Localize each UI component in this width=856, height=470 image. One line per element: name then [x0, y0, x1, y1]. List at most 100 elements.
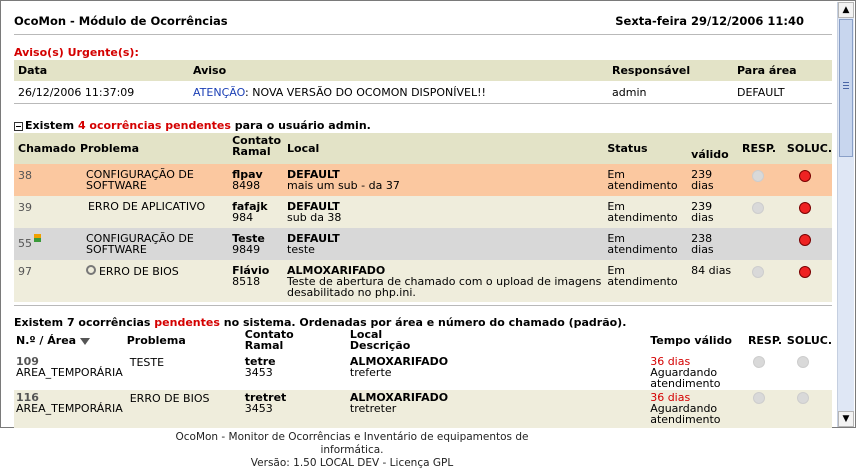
system-header-row: N.º / Área Problema Contato Ramal Local De… [14, 329, 832, 354]
ticket-num-area[interactable]: 116 AREA_TEMPORÁRIA [14, 390, 123, 428]
aviso-link[interactable]: ATENÇÃO [193, 86, 245, 99]
user-header-row: Chamado Problema Contato Ramal Local Stat… [14, 133, 832, 164]
col-num-area[interactable]: N.º / Área [14, 329, 123, 354]
scroll-up-icon[interactable]: ▲ [838, 2, 854, 18]
ticket-valido: 239 dias [691, 200, 714, 224]
ticket-problema: CONFIGURAÇÃO DE SOFTWARE [85, 168, 194, 192]
ticket-id[interactable]: 55 [14, 228, 76, 260]
ticket-id[interactable]: 38 [14, 164, 76, 196]
gray-dot-icon [796, 356, 809, 368]
soluc-indicator [783, 228, 832, 260]
ticket-local: DEFAULT teste [287, 232, 340, 256]
urgent-row: 26/12/2006 11:37:09 ATENÇÃO: NOVA VERSÃO… [14, 81, 832, 103]
col-problema[interactable]: Problema [123, 329, 241, 354]
col-soluc: SOLUC. [786, 142, 832, 155]
user-pending-title: Existem 4 ocorrências pendentes para o u… [14, 119, 371, 132]
col-resp: RESP. [747, 334, 783, 347]
resp-indicator [738, 228, 783, 260]
gray-dot-icon [796, 392, 809, 404]
ticket-tempo: 36 dias Aguardando atendimento [650, 391, 721, 426]
ticket-contato: fafajk 984 [232, 200, 268, 224]
ticket-problema: CONFIGURAÇÃO DE SOFTWARE [85, 232, 194, 256]
red-dot-icon [798, 170, 811, 182]
gray-dot-icon [752, 356, 765, 368]
ticket-status: Em atendimento [607, 264, 678, 288]
col-responsavel: Responsável [612, 64, 691, 77]
col-status[interactable]: Status [603, 133, 687, 164]
table-row[interactable]: 116 AREA_TEMPORÁRIA ERRO DE BIOS tretret 3… [14, 390, 832, 428]
vertical-scrollbar[interactable]: ▲ ▼ [837, 2, 854, 427]
urgent-notices-title: Aviso(s) Urgente(s): [14, 46, 139, 59]
ticket-num-area[interactable]: 109 AREA_TEMPORÁRIA [14, 354, 123, 390]
ticket-problema: TESTE [129, 356, 165, 369]
col-contato-ramal[interactable]: Contato Ramal [241, 329, 346, 354]
soluc-indicator [783, 260, 832, 302]
red-dot-icon [798, 234, 811, 246]
col-para-area: Para área [737, 64, 797, 77]
scrollbar-thumb[interactable] [839, 19, 853, 157]
user-table-divider [14, 305, 832, 306]
resp-indicator [738, 164, 783, 196]
ticket-status: Em atendimento [607, 232, 678, 256]
resp-indicator [738, 196, 783, 228]
red-dot-icon [798, 202, 811, 214]
main-frame: OcoMon - Módulo de Ocorrências Sexta-fei… [0, 0, 856, 428]
grip-icon [843, 82, 849, 90]
col-chamado[interactable]: Chamado [14, 133, 76, 164]
system-tickets-table: N.º / Área Problema Contato Ramal Local De… [14, 329, 832, 428]
soluc-indicator [783, 196, 832, 228]
ticket-status: Em atendimento [607, 168, 678, 192]
col-resp: RESP. [741, 142, 777, 155]
footer-line2: Versão: 1.50 LOCAL DEV - Licença GPL [250, 457, 454, 469]
urgent-para-area: DEFAULT [737, 86, 785, 99]
col-valido[interactable]: válido [687, 133, 738, 164]
footer-text: OcoMon - Monitor de Ocorrências e Invent… [162, 431, 542, 470]
urgent-header-row: Data Aviso Responsável Para área [14, 60, 832, 81]
collapse-icon[interactable] [14, 121, 23, 131]
col-local[interactable]: Local [283, 133, 603, 164]
soluc-indicator [783, 354, 832, 390]
col-contato-ramal[interactable]: Contato Ramal [228, 133, 283, 164]
table-row[interactable]: 109 AREA_TEMPORÁRIA TESTE tetre 3453 ALMOX… [14, 354, 832, 390]
ticket-contato: Flávio 8518 [232, 264, 270, 288]
col-problema[interactable]: Problema [76, 133, 228, 164]
system-pending-title: Existem 7 ocorrências pendentes no siste… [14, 316, 627, 329]
ticket-local: ALMOXARIFADO Teste de abertura de chamado… [287, 264, 602, 299]
scroll-down-icon[interactable]: ▼ [838, 411, 854, 427]
gray-dot-icon [751, 266, 764, 278]
soluc-indicator [783, 164, 832, 196]
header-divider [14, 34, 832, 35]
col-data: Data [18, 64, 48, 77]
paperclip-icon [83, 262, 99, 278]
table-row[interactable]: 97 ERRO DE BIOS Flávio 8518 ALMOXARIFADO T… [14, 260, 832, 302]
table-row[interactable]: 39 ERRO DE APLICATIVO fafajk 984 DEFAULT s… [14, 196, 832, 228]
ticket-problema: ERRO DE APLICATIVO [87, 200, 206, 213]
ticket-id[interactable]: 97 [14, 260, 76, 302]
ticket-id[interactable]: 39 [14, 196, 76, 228]
gray-dot-icon [751, 202, 764, 214]
urgent-notices-table: Data Aviso Responsável Para área 26/12/2… [14, 60, 832, 103]
urgent-date: 26/12/2006 11:37:09 [18, 86, 135, 99]
soluc-indicator [783, 390, 832, 428]
ticket-valido: 238 dias [691, 232, 714, 256]
ticket-status: Em atendimento [607, 200, 678, 224]
pending-count-link[interactable]: 4 ocorrências pendentes [78, 119, 231, 132]
sort-down-icon[interactable] [79, 337, 90, 345]
col-aviso: Aviso [193, 64, 227, 77]
aviso-text: : NOVA VERSÃO DO OCOMON DISPONÍVEL!! [245, 86, 486, 99]
ticket-contato: flpav 8498 [232, 168, 263, 192]
user-tickets-table: Chamado Problema Contato Ramal Local Stat… [14, 133, 832, 302]
ticket-local: ALMOXARIFADO tretreter [349, 391, 449, 415]
urgent-responsavel: admin [612, 86, 647, 99]
ticket-problema: ERRO DE BIOS [76, 260, 228, 302]
urgent-aviso[interactable]: ATENÇÃO: NOVA VERSÃO DO OCOMON DISPONÍVE… [189, 81, 608, 103]
table-row[interactable]: 55 CONFIGURAÇÃO DE SOFTWARE Teste 9849 DEF… [14, 228, 832, 260]
col-tempo-valido[interactable]: Tempo válido [646, 329, 744, 354]
col-local-descricao[interactable]: Local Descrição [346, 329, 646, 354]
ticket-valido: 84 dias [691, 264, 732, 277]
pending-link[interactable]: pendentes [154, 316, 220, 329]
table-row[interactable]: 38 CONFIGURAÇÃO DE SOFTWARE flpav 8498 DEF… [14, 164, 832, 196]
current-date: Sexta-feira 29/12/2006 11:40 [615, 14, 804, 28]
content-viewport: OcoMon - Módulo de Ocorrências Sexta-fei… [2, 2, 838, 428]
urgent-divider [14, 103, 832, 104]
